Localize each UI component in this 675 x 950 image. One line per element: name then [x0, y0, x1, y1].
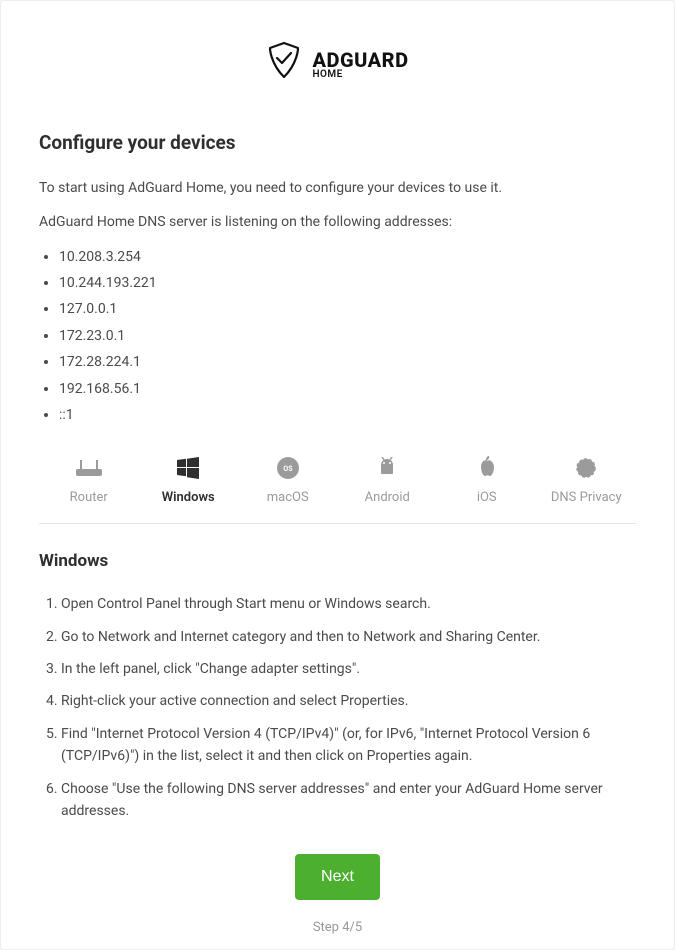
- tab-label: macOS: [267, 488, 309, 509]
- logo-brand: ADGUARD: [312, 50, 408, 70]
- tab-label: Android: [365, 488, 410, 509]
- address-item: 10.208.3.254: [59, 246, 636, 268]
- address-item: 192.168.56.1: [59, 378, 636, 400]
- intro-text-2: AdGuard Home DNS server is listening on …: [39, 211, 636, 233]
- address-item: 127.0.0.1: [59, 298, 636, 320]
- dns-icon: DNS: [574, 456, 598, 480]
- tab-label: Router: [70, 488, 108, 509]
- router-icon: [74, 456, 104, 480]
- address-list: 10.208.3.254 10.244.193.221 127.0.0.1 172.2…: [39, 246, 636, 427]
- instructions-list: Open Control Panel through Start menu or…: [39, 593, 636, 822]
- button-row: Next: [39, 854, 636, 900]
- step-indicator: Step 4/5: [39, 918, 636, 939]
- tab-router[interactable]: Router: [39, 456, 139, 509]
- tab-label: iOS: [477, 488, 497, 509]
- shield-check-icon: [266, 41, 302, 88]
- windows-icon: [177, 456, 199, 480]
- macos-icon: OS: [276, 456, 300, 480]
- next-button[interactable]: Next: [295, 854, 380, 900]
- instruction-step: Open Control Panel through Start menu or…: [61, 593, 636, 615]
- instruction-step: Right-click your active connection and s…: [61, 690, 636, 712]
- svg-text:DNS: DNS: [580, 466, 592, 473]
- address-item: 172.23.0.1: [59, 325, 636, 347]
- tab-windows[interactable]: Windows: [139, 456, 239, 509]
- tab-macos[interactable]: OS macOS: [238, 456, 338, 509]
- apple-icon: [477, 456, 497, 480]
- tab-ios[interactable]: iOS: [437, 456, 537, 509]
- page-title: Configure your devices: [39, 128, 636, 158]
- tab-android[interactable]: Android: [338, 456, 438, 509]
- logo-sub: HOME: [312, 70, 408, 80]
- tab-label: Windows: [162, 488, 215, 509]
- instructions-title: Windows: [39, 548, 636, 575]
- intro-text-1: To start using AdGuard Home, you need to…: [39, 177, 636, 199]
- address-item: ::1: [59, 404, 636, 426]
- android-icon: [377, 456, 397, 480]
- instruction-step: In the left panel, click "Change adapter…: [61, 658, 636, 680]
- logo: ADGUARD HOME: [39, 41, 636, 88]
- tab-label: DNS Privacy: [551, 488, 622, 509]
- address-item: 172.28.224.1: [59, 351, 636, 373]
- logo-text: ADGUARD HOME: [312, 50, 408, 80]
- instruction-step: Go to Network and Internet category and …: [61, 626, 636, 648]
- platform-tabs: Router Windows OS macOS: [39, 448, 636, 524]
- svg-text:OS: OS: [283, 465, 293, 473]
- instruction-step: Find "Internet Protocol Version 4 (TCP/I…: [61, 723, 636, 768]
- instruction-step: Choose "Use the following DNS server add…: [61, 778, 636, 823]
- setup-card: ADGUARD HOME Configure your devices To s…: [0, 0, 675, 950]
- tab-dns-privacy[interactable]: DNS DNS Privacy: [537, 456, 637, 509]
- address-item: 10.244.193.221: [59, 272, 636, 294]
